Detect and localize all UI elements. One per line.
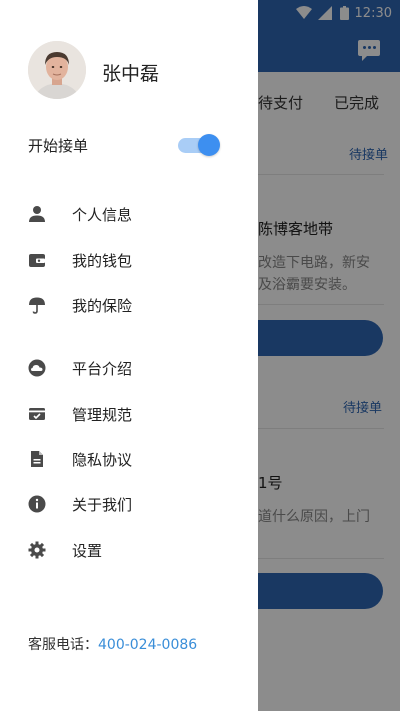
avatar-photo xyxy=(28,41,86,99)
wallet-icon xyxy=(29,254,45,267)
customer-service-label: 客服电话： xyxy=(28,637,98,653)
customer-service-phone-link[interactable]: 400-024-0086 xyxy=(98,637,197,653)
menu-item-insurance[interactable]: 我的保险 xyxy=(28,292,238,318)
menu-item-label: 管理规范 xyxy=(72,406,133,424)
accept-orders-label: 开始接单 xyxy=(28,137,89,155)
accept-orders-row: 开始接单 xyxy=(28,133,220,157)
customer-service: 客服电话：400-024-0086 xyxy=(28,634,197,654)
card-check-icon xyxy=(29,408,45,420)
umbrella-icon xyxy=(29,297,45,314)
navigation-drawer: 张中磊 开始接单 个人信息 我的钱包 我的保险 平台介绍 管理规范 隐私协议 关… xyxy=(0,0,258,711)
user-profile[interactable]: 张中磊 xyxy=(28,41,248,101)
user-name: 张中磊 xyxy=(102,63,160,85)
menu-item-profile[interactable]: 个人信息 xyxy=(28,201,238,227)
menu-item-label: 我的钱包 xyxy=(72,252,133,270)
accept-orders-toggle[interactable] xyxy=(178,133,220,157)
document-icon xyxy=(31,451,43,467)
avatar[interactable] xyxy=(28,41,86,99)
menu-item-about-us[interactable]: 关于我们 xyxy=(28,491,238,517)
info-icon xyxy=(28,495,46,513)
menu-item-label: 关于我们 xyxy=(72,496,133,514)
toggle-knob xyxy=(198,134,220,156)
menu-item-label: 平台介绍 xyxy=(72,360,133,378)
menu-item-management-rules[interactable]: 管理规范 xyxy=(28,401,238,427)
gear-icon xyxy=(28,541,46,559)
menu-item-privacy-policy[interactable]: 隐私协议 xyxy=(28,446,238,472)
menu-item-label: 隐私协议 xyxy=(72,451,133,469)
menu-item-label: 个人信息 xyxy=(72,206,133,224)
cloud-icon xyxy=(28,359,46,377)
menu-item-wallet[interactable]: 我的钱包 xyxy=(28,247,238,273)
menu-item-settings[interactable]: 设置 xyxy=(28,537,238,563)
menu-item-label: 我的保险 xyxy=(72,297,133,315)
menu-item-platform-intro[interactable]: 平台介绍 xyxy=(28,355,238,381)
menu-item-label: 设置 xyxy=(72,542,103,560)
person-icon xyxy=(29,206,45,222)
